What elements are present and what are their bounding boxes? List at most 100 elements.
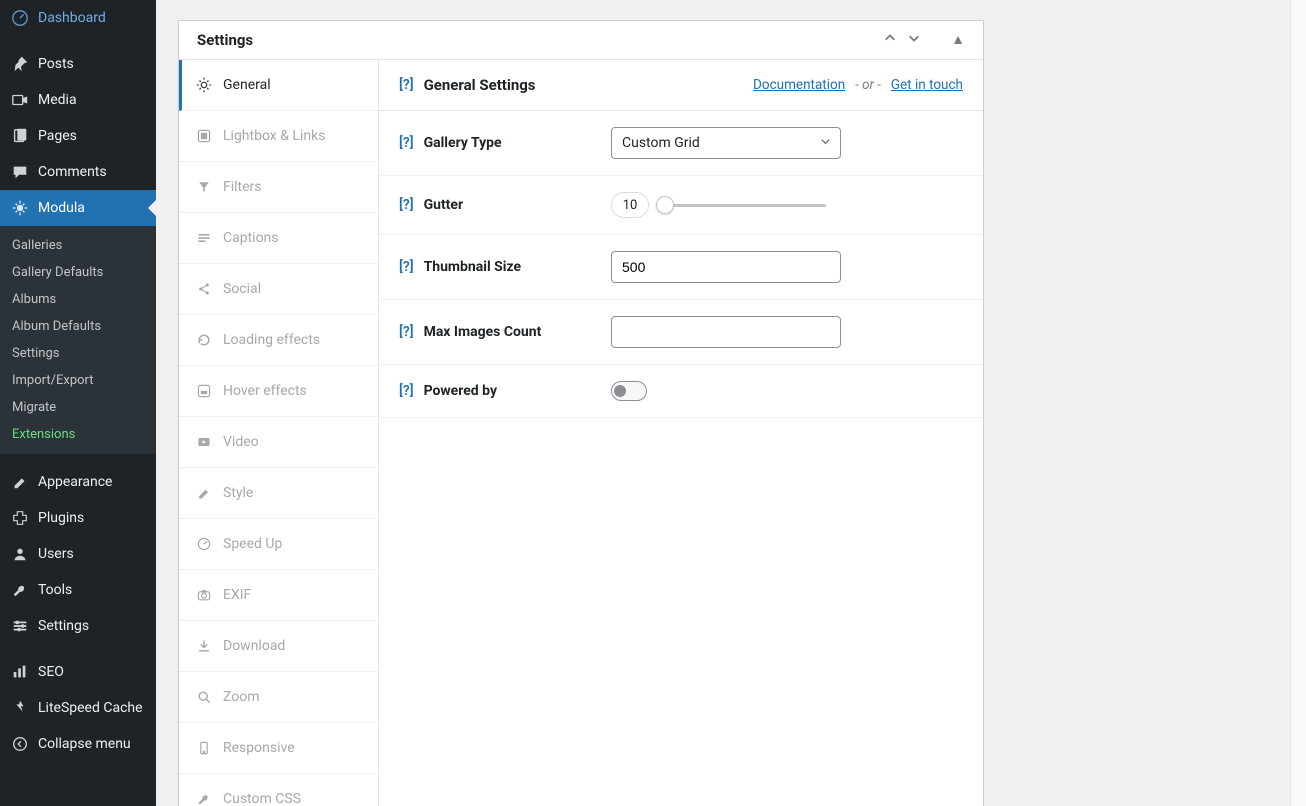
menu-settings[interactable]: Settings [0, 608, 156, 644]
submenu-import-export[interactable]: Import/Export [0, 367, 156, 394]
tab-speed-up[interactable]: Speed Up [179, 519, 378, 570]
tab-custom-css[interactable]: Custom CSS [179, 774, 378, 806]
help-icon[interactable]: [?] [399, 324, 414, 340]
panel-body: General Lightbox & Links Filters [179, 60, 983, 806]
slider-thumb[interactable] [656, 196, 674, 214]
tab-label: Lightbox & Links [223, 128, 325, 144]
tab-label: Video [223, 434, 259, 450]
settings-tabs: General Lightbox & Links Filters [179, 60, 379, 806]
menu-media[interactable]: Media [0, 82, 156, 118]
help-icon[interactable]: [?] [399, 77, 414, 93]
tab-label: Captions [223, 230, 279, 246]
gallery-type-value: Custom Grid [611, 127, 841, 159]
dashboard-icon [10, 8, 30, 28]
menu-appearance[interactable]: Appearance [0, 464, 156, 500]
litespeed-icon [10, 698, 30, 718]
menu-dashboard[interactable]: Dashboard [0, 0, 156, 36]
tab-exif[interactable]: EXIF [179, 570, 378, 621]
menu-label: Modula [38, 200, 85, 216]
help-icon[interactable]: [?] [399, 197, 414, 213]
tab-label: Download [223, 638, 285, 654]
menu-posts[interactable]: Posts [0, 46, 156, 82]
video-icon [195, 433, 213, 451]
tab-general[interactable]: General [179, 60, 378, 111]
setting-gallery-type: [?] Gallery Type Custom Grid [379, 111, 983, 176]
appearance-icon [10, 472, 30, 492]
pages-icon [10, 126, 30, 146]
submenu-extensions[interactable]: Extensions [0, 421, 156, 448]
setting-thumbnail-size: [?] Thumbnail Size [379, 235, 983, 300]
setting-max-images: [?] Max Images Count [379, 300, 983, 365]
seo-icon [10, 662, 30, 682]
panel-toggle-icon[interactable]: ▲ [951, 31, 965, 49]
thumbnail-size-input[interactable] [611, 251, 841, 283]
tab-lightbox[interactable]: Lightbox & Links [179, 111, 378, 162]
menu-label: Settings [38, 618, 89, 634]
modula-submenu: Galleries Gallery Defaults Albums Album … [0, 226, 156, 454]
panel-move-up-icon[interactable] [883, 31, 897, 49]
tab-style[interactable]: Style [179, 468, 378, 519]
menu-litespeed[interactable]: LiteSpeed Cache [0, 690, 156, 726]
tab-label: General [223, 77, 271, 93]
tab-label: Responsive [223, 740, 295, 756]
submenu-migrate[interactable]: Migrate [0, 394, 156, 421]
media-icon [10, 90, 30, 110]
tab-hover-effects[interactable]: Hover effects [179, 366, 378, 417]
submenu-albums[interactable]: Albums [0, 286, 156, 313]
modula-icon [10, 198, 30, 218]
tab-captions[interactable]: Captions [179, 213, 378, 264]
menu-seo[interactable]: SEO [0, 654, 156, 690]
powered-by-toggle[interactable] [611, 381, 647, 401]
tab-label: Speed Up [223, 536, 282, 552]
submenu-settings[interactable]: Settings [0, 340, 156, 367]
menu-users[interactable]: Users [0, 536, 156, 572]
menu-label: LiteSpeed Cache [38, 700, 143, 716]
panel-move-down-icon[interactable] [907, 31, 921, 49]
gallery-type-select[interactable]: Custom Grid [611, 127, 841, 159]
collapse-icon [10, 734, 30, 754]
submenu-album-defaults[interactable]: Album Defaults [0, 313, 156, 340]
submenu-gallery-defaults[interactable]: Gallery Defaults [0, 259, 156, 286]
tab-social[interactable]: Social [179, 264, 378, 315]
setting-gutter: [?] Gutter 10 [379, 176, 983, 235]
tab-label: Loading effects [223, 332, 320, 348]
panel-title: Settings [197, 31, 253, 49]
documentation-link[interactable]: Documentation [753, 77, 845, 93]
gutter-value[interactable]: 10 [611, 192, 649, 218]
menu-collapse[interactable]: Collapse menu [0, 726, 156, 762]
menu-tools[interactable]: Tools [0, 572, 156, 608]
menu-comments[interactable]: Comments [0, 154, 156, 190]
menu-pages[interactable]: Pages [0, 118, 156, 154]
content-header-links: Documentation - or - Get in touch [753, 77, 963, 93]
tab-video[interactable]: Video [179, 417, 378, 468]
menu-label: Tools [38, 582, 72, 598]
content-title: General Settings [424, 76, 536, 94]
comments-icon [10, 162, 30, 182]
tab-loading-effects[interactable]: Loading effects [179, 315, 378, 366]
gutter-slider[interactable] [661, 204, 826, 207]
tools-icon [10, 580, 30, 600]
help-icon[interactable]: [?] [399, 383, 414, 399]
menu-label: Collapse menu [38, 736, 131, 752]
loading-icon [195, 331, 213, 349]
lightbox-icon [195, 127, 213, 145]
tab-label: Hover effects [223, 383, 307, 399]
menu-label: Plugins [38, 510, 84, 526]
get-in-touch-link[interactable]: Get in touch [891, 77, 963, 93]
captions-icon [195, 229, 213, 247]
help-icon[interactable]: [?] [399, 259, 414, 275]
help-icon[interactable]: [?] [399, 135, 414, 151]
tab-filters[interactable]: Filters [179, 162, 378, 213]
max-images-input[interactable] [611, 316, 841, 348]
tab-label: Style [223, 485, 253, 501]
submenu-galleries[interactable]: Galleries [0, 232, 156, 259]
tab-label: Social [223, 281, 261, 297]
menu-plugins[interactable]: Plugins [0, 500, 156, 536]
toggle-knob [614, 385, 626, 397]
tab-zoom[interactable]: Zoom [179, 672, 378, 723]
tab-responsive[interactable]: Responsive [179, 723, 378, 774]
menu-modula[interactable]: Modula [0, 190, 156, 226]
tab-download[interactable]: Download [179, 621, 378, 672]
page-scrollbar[interactable] [1290, 0, 1306, 806]
exif-icon [195, 586, 213, 604]
